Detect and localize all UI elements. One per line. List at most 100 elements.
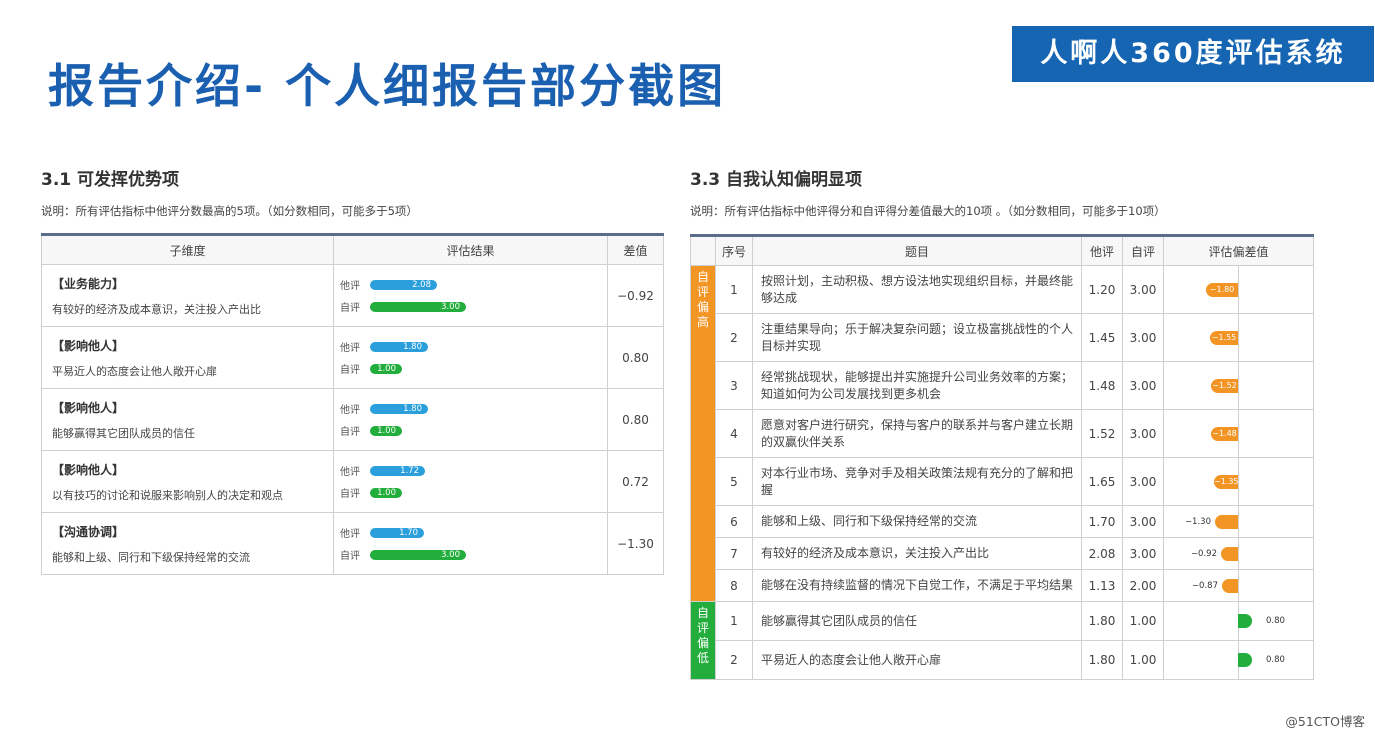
- diff-value: −0.92: [607, 264, 664, 327]
- other-score-row: 他评 1.70: [340, 522, 601, 544]
- column-header-index: 序号: [715, 234, 753, 266]
- dimension-desc: 有较好的经济及成本意识，关注投入产出比: [52, 302, 261, 316]
- other-score-label: 他评: [340, 281, 360, 292]
- row-index: 3: [715, 361, 753, 410]
- other-score: 1.20: [1081, 265, 1123, 314]
- gap-value-label: −0.87: [1191, 580, 1218, 591]
- row-index: 5: [715, 457, 753, 506]
- table-row: 5 对本行业市场、竞争对手及相关政策法规有充分的了解和把握 1.65 3.00 −1.3…: [691, 457, 1314, 506]
- row-index: 2: [715, 313, 753, 362]
- other-score: 1.48: [1081, 361, 1123, 410]
- group-label-self-high: 自评偏高: [690, 265, 716, 602]
- other-score-bar: 1.80: [370, 341, 428, 352]
- strengths-table: 子维度 评估结果 差值 【业务能力】 有较好的经济及成本意识，关注投入产出比 他评 2…: [41, 233, 664, 575]
- dimension-name: 【影响他人】: [52, 338, 125, 353]
- table-row: 自评偏低 1 能够赢得其它团队成员的信任 1.80 1.00 0.80: [690, 601, 1314, 680]
- dimension-cell: 【业务能力】有较好的经济及成本意识，关注投入产出比: [41, 264, 334, 327]
- other-score: 1.65: [1081, 457, 1123, 506]
- group-label-self-low: 自评偏低: [690, 601, 716, 680]
- gap-cell: −1.80: [1163, 265, 1314, 314]
- self-score-bar: 3.00: [370, 301, 466, 312]
- other-score-bar: 1.72: [370, 465, 425, 476]
- dimension-cell: 【影响他人】能够赢得其它团队成员的信任: [41, 388, 334, 451]
- gap-cell: −1.48: [1163, 409, 1314, 458]
- watermark: @51CTO博客: [1285, 714, 1365, 729]
- self-score-bar: 1.00: [370, 363, 402, 374]
- dimension-name: 【影响他人】: [52, 462, 125, 477]
- column-header-self-score: 自评: [1122, 234, 1164, 266]
- table-row: 7 有较好的经济及成本意识，关注投入产出比 2.08 3.00 −0.92: [691, 537, 1314, 570]
- gap-bar: −1.55: [1210, 330, 1238, 345]
- gap-value-label: −1.30: [1184, 516, 1211, 527]
- column-header-result: 评估结果: [333, 233, 608, 265]
- self-score-row: 自评 3.00: [340, 544, 601, 566]
- self-score-label: 自评: [340, 365, 360, 376]
- page-title: 报告介绍- 个人细报告部分截图: [48, 59, 727, 113]
- other-score: 2.08: [1081, 537, 1123, 570]
- other-score-bar: 1.70: [370, 527, 424, 538]
- self-score-bar: 1.00: [370, 425, 402, 436]
- table-row: 3 经常挑战现状，能够提出并实施提升公司业务效率的方案；知道如何为公司发展找到更多…: [691, 361, 1314, 410]
- gap-bar: −1.80: [1206, 282, 1238, 297]
- item-text: 对本行业市场、竞争对手及相关政策法规有充分的了解和把握: [752, 457, 1082, 506]
- other-score-bar: 2.08: [370, 279, 437, 290]
- gap-bar: −1.35: [1214, 474, 1239, 489]
- self-score: 2.00: [1122, 569, 1164, 602]
- self-score-row: 自评 1.00: [340, 482, 601, 504]
- dimension-desc: 能够和上级、同行和下级保持经常的交流: [52, 550, 250, 564]
- other-score: 1.13: [1081, 569, 1123, 602]
- dimension-name: 【业务能力】: [52, 276, 125, 291]
- result-cell: 他评 1.80 自评 1.00: [333, 388, 608, 451]
- item-text: 注重结果导向；乐于解决复杂问题；设立极富挑战性的个人目标并实现: [752, 313, 1082, 362]
- gap-bar: −1.52: [1211, 378, 1238, 393]
- result-cell: 他评 1.70 自评 3.00: [333, 512, 608, 575]
- table-row: 【影响他人】 能够赢得其它团队成员的信任 他评 1.80 自评 1.00 0.80: [41, 388, 664, 451]
- self-score-row: 自评 3.00: [340, 296, 601, 318]
- dimension-cell: 【沟通协调】能够和上级、同行和下级保持经常的交流: [41, 512, 334, 575]
- dimension-desc: 能够赢得其它团队成员的信任: [52, 426, 195, 440]
- other-score-row: 他评 1.80: [340, 336, 601, 358]
- dimension-desc: 以有技巧的讨论和说服来影响别人的决定和观点: [52, 488, 283, 502]
- gap-cell: 0.80: [1163, 601, 1314, 641]
- dimension-cell: 【影响他人】 平易近人的态度会让他人敞开心扉: [41, 326, 334, 389]
- item-text: 有较好的经济及成本意识，关注投入产出比: [752, 537, 1082, 570]
- gap-axis: [1238, 570, 1239, 601]
- item-text: 按照计划，主动积极、想方设法地实现组织目标，并最终能够达成: [752, 265, 1082, 314]
- other-score-row: 他评 1.80: [340, 398, 601, 420]
- gap-cell: 0.80: [1163, 640, 1314, 680]
- table-row: 自评偏高 1 按照计划，主动积极、想方设法地实现组织目标，并最终能够达成 1.20 3.…: [690, 265, 1314, 602]
- diff-value: 0.72: [607, 450, 664, 513]
- gap-bar: [1222, 578, 1238, 593]
- column-header-diff: 差值: [607, 233, 664, 265]
- gap-axis: [1238, 266, 1239, 313]
- result-cell: 他评 2.08 自评 3.00: [333, 264, 608, 327]
- row-index: 2: [715, 640, 753, 680]
- dimension-name: 【影响他人】: [52, 400, 125, 415]
- gap-value-label: 0.80: [1266, 655, 1285, 665]
- gap-axis: [1238, 314, 1239, 361]
- self-score: 1.00: [1122, 601, 1164, 641]
- table-row: 2 平易近人的态度会让他人敞开心扉 1.80 1.00 0.80: [691, 640, 1314, 680]
- self-score: 3.00: [1122, 457, 1164, 506]
- self-score-label: 自评: [340, 427, 360, 438]
- self-score-row: 自评 1.00: [340, 420, 601, 442]
- other-score-label: 他评: [340, 405, 360, 416]
- gap-axis: [1238, 362, 1239, 409]
- gap-cell: −1.52: [1163, 361, 1314, 410]
- other-score: 1.52: [1081, 409, 1123, 458]
- dimension-cell: 【影响他人】以有技巧的讨论和说服来影响别人的决定和观点: [41, 450, 334, 513]
- other-score-bar: 1.80: [370, 403, 428, 414]
- other-score: 1.80: [1081, 601, 1123, 641]
- bias-section-title: 3.3 自我认知偏明显项: [690, 170, 863, 190]
- row-index: 1: [715, 265, 753, 314]
- column-header-item: 题目: [752, 234, 1082, 266]
- other-score: 1.45: [1081, 313, 1123, 362]
- other-score: 1.70: [1081, 505, 1123, 538]
- self-score: 3.00: [1122, 505, 1164, 538]
- table-row: 【业务能力】 有较好的经济及成本意识，关注投入产出比 他评 2.08 自评 3.00 −0.…: [41, 264, 664, 327]
- column-header-gap: 评估偏差值: [1163, 234, 1314, 266]
- diff-value: 0.80: [607, 326, 664, 389]
- dimension-name: 【沟通协调】: [52, 524, 125, 539]
- item-text: 愿意对客户进行研究，保持与客户的联系并与客户建立长期的双赢伙伴关系: [752, 409, 1082, 458]
- other-score-label: 他评: [340, 343, 360, 354]
